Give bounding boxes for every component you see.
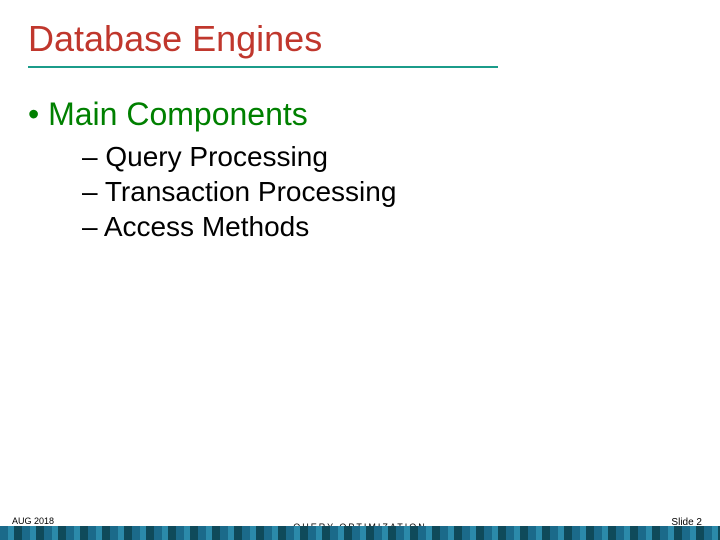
main-bullet: Main Components	[28, 96, 720, 133]
sub-bullet-item: Query Processing	[82, 139, 720, 174]
sub-bullet-item: Access Methods	[82, 209, 720, 244]
content-area: Main Components Query Processing Transac…	[0, 68, 720, 244]
slide-title: Database Engines	[0, 0, 720, 66]
sub-bullet-list: Query Processing Transaction Processing …	[28, 139, 720, 244]
footer-decorative-band	[0, 526, 720, 540]
footer-date: AUG 2018	[12, 516, 54, 526]
slide-footer: AUG 2018 QUERY OPTIMIZATION Slide 2	[0, 506, 720, 540]
sub-bullet-item: Transaction Processing	[82, 174, 720, 209]
